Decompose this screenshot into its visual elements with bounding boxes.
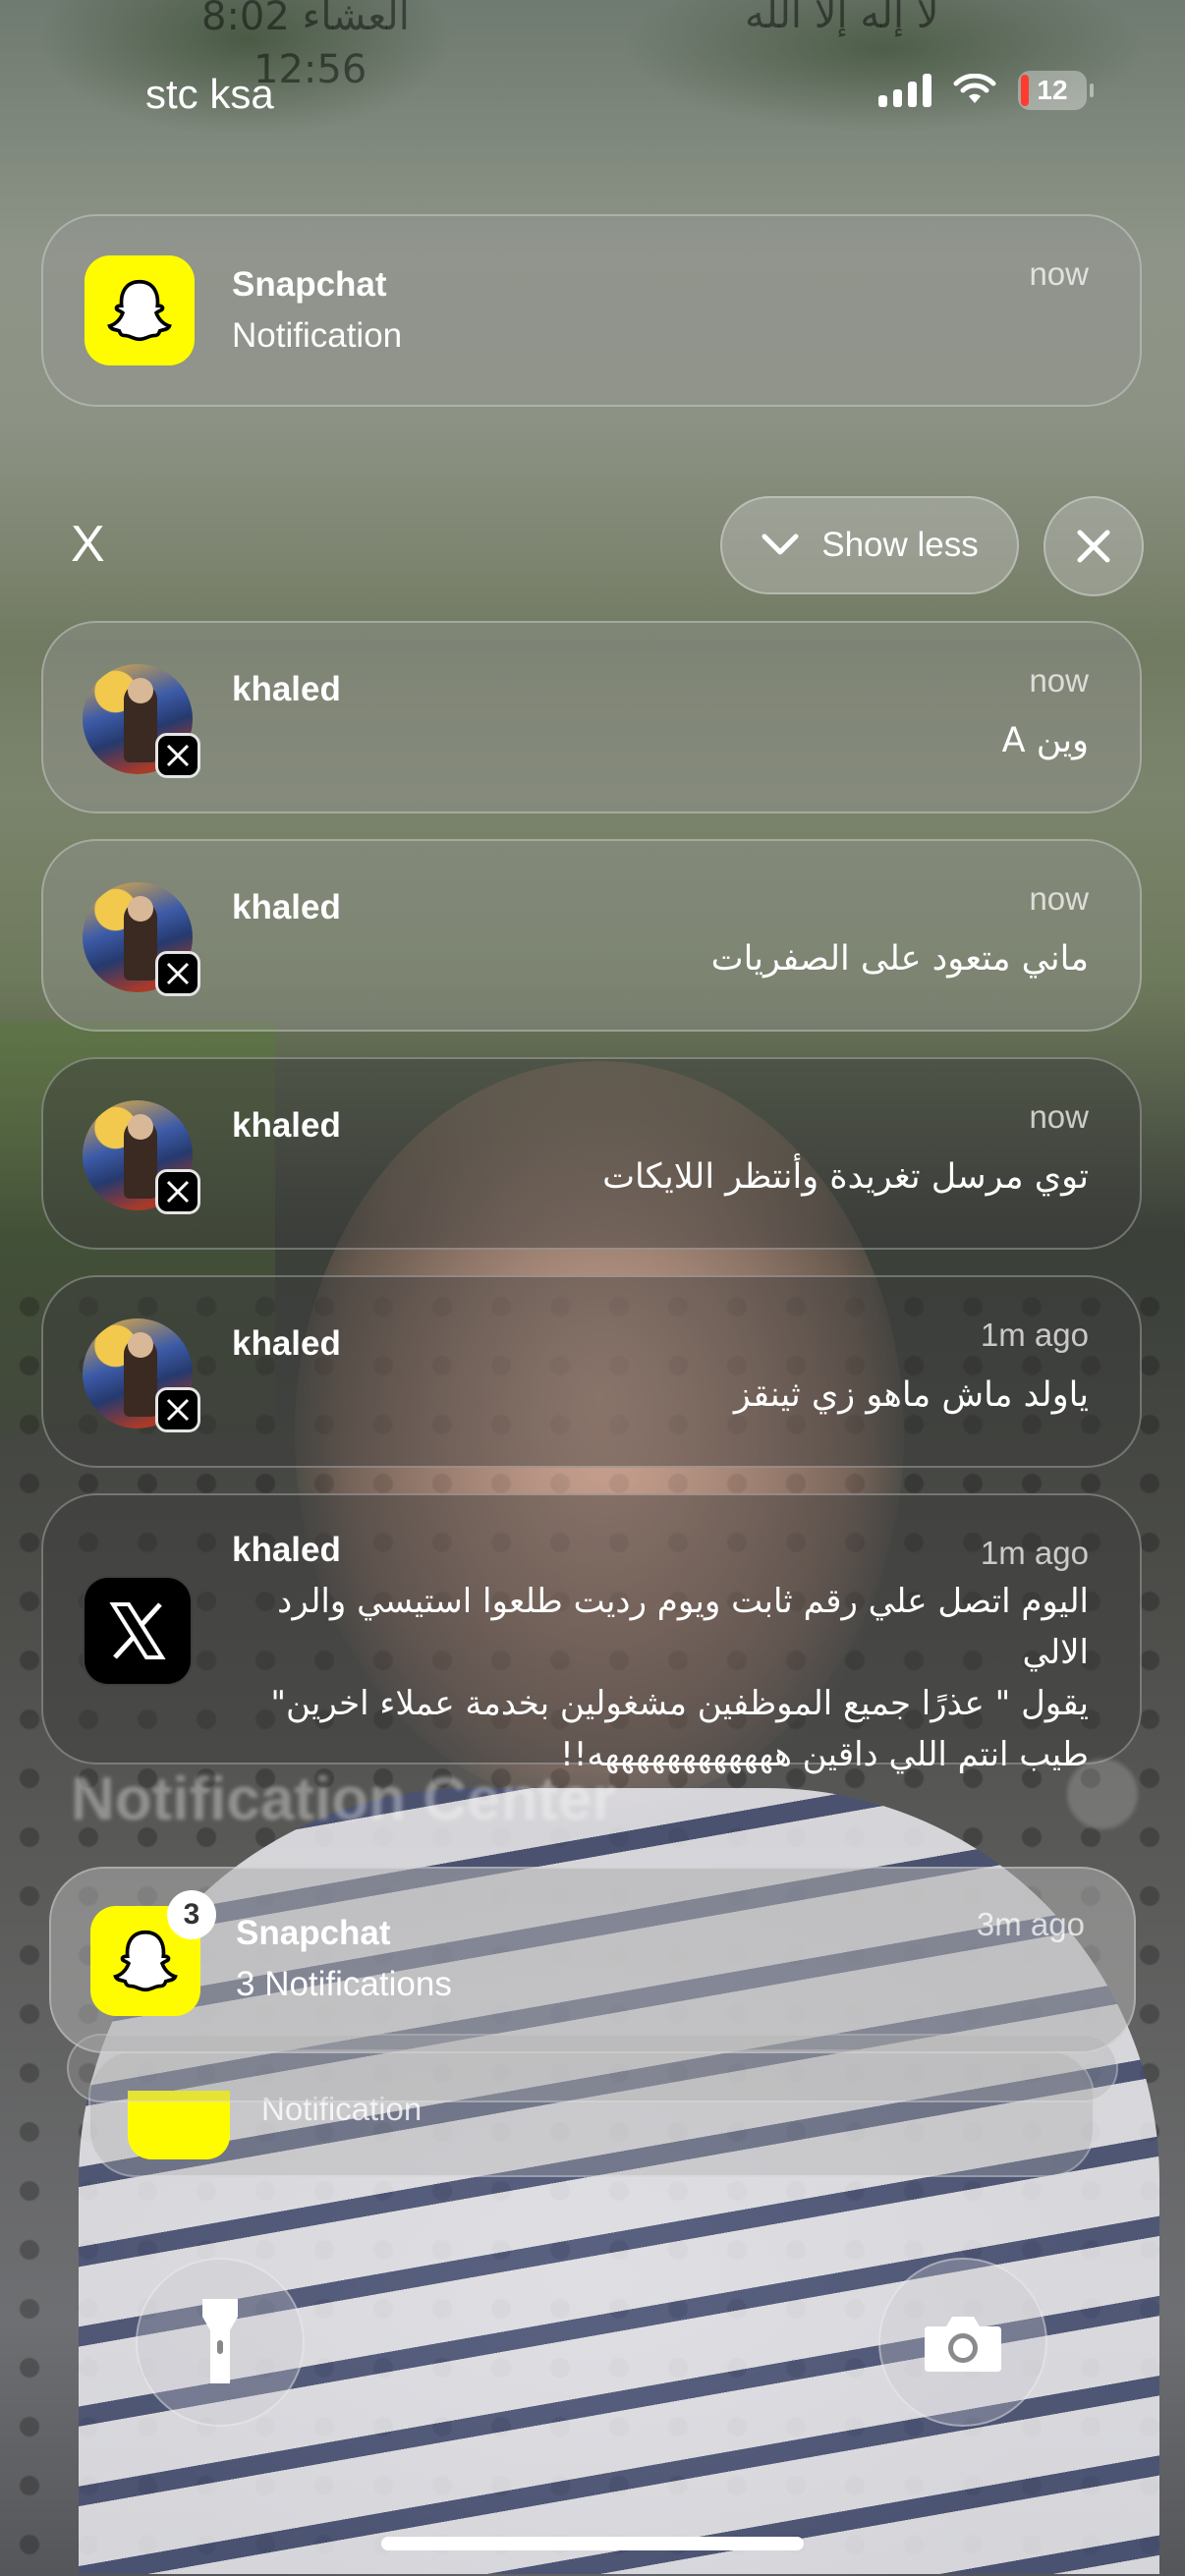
avatar bbox=[83, 1318, 200, 1432]
notification-x-3[interactable]: khaled now توي مرسل تغريدة وأنتظر اللايك… bbox=[41, 1057, 1142, 1250]
x-app-icon bbox=[155, 1169, 200, 1214]
notification-sender: khaled bbox=[232, 888, 341, 926]
notification-time: 1m ago bbox=[980, 1316, 1089, 1353]
notification-time: now bbox=[1029, 255, 1089, 292]
notification-time: now bbox=[1029, 880, 1089, 917]
snapchat-icon bbox=[85, 255, 195, 365]
notification-center-clear-icon bbox=[1067, 1759, 1138, 1829]
notification-app-name: Snapchat bbox=[232, 265, 387, 304]
notification-snapchat-stack[interactable]: 3 Snapchat 3 Notifications 3m ago bbox=[49, 1867, 1136, 2053]
notification-time: 3m ago bbox=[976, 1906, 1085, 1942]
notification-sender: khaled bbox=[232, 1106, 341, 1145]
wifi-icon bbox=[953, 74, 996, 103]
avatar bbox=[83, 1100, 200, 1214]
notification-time: 1m ago bbox=[980, 1535, 1089, 1571]
close-icon bbox=[1077, 530, 1110, 563]
status-icons: 12 bbox=[878, 71, 1094, 110]
avatar bbox=[83, 882, 200, 996]
notification-x-1[interactable]: khaled now وين A bbox=[41, 621, 1142, 813]
notification-text: Notification bbox=[232, 316, 403, 355]
x-app-icon bbox=[155, 1387, 200, 1432]
notification-app-name: Snapchat bbox=[236, 1914, 391, 1952]
lock-screen: العشاء 8:02 لا إله إلا الله 12:56 stc ks… bbox=[0, 0, 1185, 2576]
faded-prayer-time: العشاء 8:02 bbox=[201, 0, 410, 39]
clear-group-button[interactable] bbox=[1044, 496, 1144, 596]
battery-icon: 12 bbox=[1018, 71, 1094, 110]
message-line: اليوم اتصل علي رقم ثابت ويوم رديت طلعوا … bbox=[277, 1582, 1089, 1672]
battery-level: 12 bbox=[1037, 75, 1068, 105]
x-app-icon bbox=[83, 1576, 193, 1686]
notification-snapchat-top[interactable]: Snapchat Notification now bbox=[41, 214, 1142, 407]
camera-button[interactable] bbox=[878, 2258, 1047, 2427]
home-indicator[interactable] bbox=[381, 2537, 804, 2550]
notification-message: توي مرسل تغريدة وأنتظر اللايكات bbox=[602, 1157, 1089, 1197]
avatar bbox=[83, 664, 200, 778]
camera-icon bbox=[925, 2317, 1001, 2372]
notification-message: ماني متعود على الصفريات bbox=[710, 939, 1089, 979]
notification-message: اليوم اتصل علي رقم ثابت ويوم رديت طلعوا … bbox=[232, 1576, 1089, 1780]
x-app-icon bbox=[155, 733, 200, 778]
notification-x-2[interactable]: khaled now ماني متعود على الصفريات bbox=[41, 839, 1142, 1032]
notification-message: ياولد ماش ماهو زي ثينقز bbox=[733, 1375, 1089, 1415]
flashlight-icon bbox=[202, 2299, 238, 2383]
show-less-button[interactable]: Show less bbox=[720, 496, 1019, 594]
notification-center-header: Notification Center bbox=[71, 1765, 616, 1833]
notification-time: now bbox=[1029, 662, 1089, 699]
message-line: يقول " عذرًا جميع الموظفين مشغولين بخدمة… bbox=[270, 1684, 1089, 1723]
notification-time: now bbox=[1029, 1098, 1089, 1135]
wallpaper-trees bbox=[0, 0, 1185, 246]
carrier-label: stc ksa bbox=[145, 71, 274, 117]
notification-sender: khaled bbox=[232, 670, 341, 708]
dismiss-group-button[interactable]: X bbox=[71, 515, 105, 574]
notification-text: 3 Notifications bbox=[236, 1965, 452, 2003]
show-less-label: Show less bbox=[821, 526, 979, 564]
notification-message: وين A bbox=[1001, 721, 1089, 760]
x-app-icon bbox=[155, 951, 200, 996]
notification-count-badge: 3 bbox=[167, 1890, 216, 1939]
faded-phrase: لا إله إلا الله bbox=[745, 0, 939, 37]
notification-sender: khaled bbox=[232, 1324, 341, 1363]
notification-x-5[interactable]: khaled 1m ago اليوم اتصل علي رقم ثابت وي… bbox=[41, 1493, 1142, 1774]
flashlight-button[interactable] bbox=[136, 2258, 305, 2427]
notification-x-4[interactable]: khaled 1m ago ياولد ماش ماهو زي ثينقز bbox=[41, 1275, 1142, 1468]
signal-bars-icon bbox=[878, 74, 931, 107]
notification-sender: khaled bbox=[232, 1531, 341, 1569]
chevron-down-icon bbox=[762, 533, 799, 555]
